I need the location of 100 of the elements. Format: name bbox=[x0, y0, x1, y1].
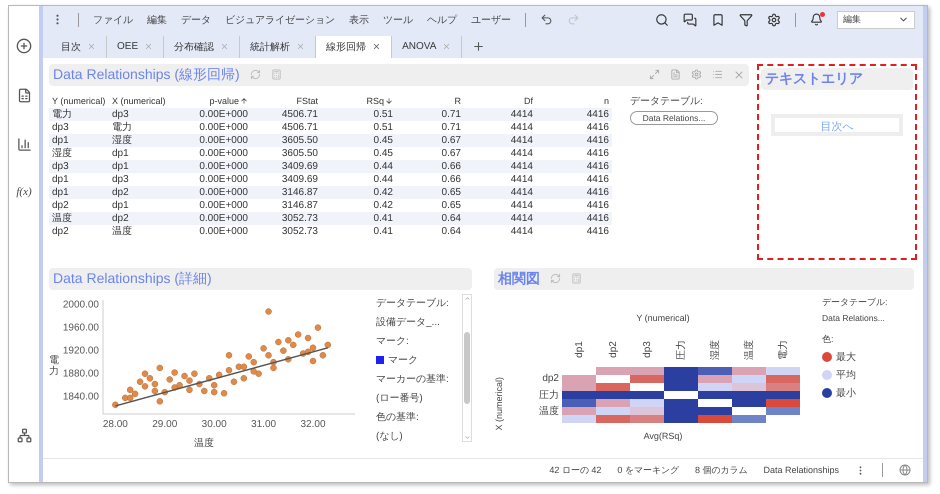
panel-title: Data Relationships (線形回帰) bbox=[53, 66, 240, 84]
table-cell: 0.51 bbox=[321, 108, 396, 121]
status-text: 8 個のカラム bbox=[694, 464, 748, 477]
table-cell: 0.00E+000 bbox=[179, 160, 251, 173]
add-tab-icon[interactable] bbox=[472, 40, 486, 53]
table-cell: 電力 bbox=[49, 108, 109, 121]
chevron-down-icon[interactable] bbox=[464, 434, 470, 441]
axis-title: 温度 bbox=[194, 436, 214, 450]
table-cell: 4414 bbox=[464, 186, 536, 199]
table-cell: 0.42 bbox=[321, 186, 396, 199]
table-cell: dp3 bbox=[49, 120, 109, 134]
column-header[interactable]: FStat bbox=[251, 94, 321, 108]
tab[interactable]: 線形回帰 bbox=[316, 36, 392, 58]
settings-icon[interactable] bbox=[767, 12, 781, 27]
table-cell: 湿度 bbox=[109, 134, 179, 147]
column-label: 温度 bbox=[742, 340, 756, 360]
legend-value: マーク bbox=[388, 354, 418, 367]
menu-item[interactable]: 表示 bbox=[349, 12, 369, 27]
bell-icon[interactable] bbox=[810, 13, 823, 26]
menu-item[interactable]: ツール bbox=[383, 12, 413, 27]
panel-title: Data Relationships (詳細) bbox=[53, 270, 212, 288]
close-icon[interactable] bbox=[372, 42, 382, 52]
legend-value: (ロー番号) bbox=[376, 392, 424, 405]
table-cell: dp1 bbox=[109, 160, 179, 173]
formula-icon[interactable]: f(x) bbox=[16, 186, 32, 198]
status-text: 0 をマーキング bbox=[617, 464, 679, 477]
tick-label: 28.00 bbox=[102, 418, 128, 430]
column-header[interactable]: n bbox=[536, 94, 612, 108]
legend-label: 色の基準: bbox=[376, 410, 420, 424]
status-text: Data Relationships bbox=[763, 465, 839, 476]
mode-dropdown[interactable]: 編集 bbox=[837, 10, 915, 29]
column-label: dp3 bbox=[642, 341, 652, 358]
chevron-up-icon[interactable] bbox=[464, 294, 470, 302]
table-cell: 4416 bbox=[536, 212, 612, 225]
menu-item[interactable]: ヘルプ bbox=[427, 12, 457, 27]
axis-title: Avg(RSq) bbox=[644, 430, 682, 441]
document-icon[interactable] bbox=[16, 88, 32, 103]
table-cell: 4416 bbox=[536, 186, 612, 199]
calculator-icon[interactable] bbox=[270, 69, 282, 80]
table-cell: 0.65 bbox=[396, 186, 464, 199]
tick-label: 31.00 bbox=[251, 418, 276, 430]
menu-item[interactable]: ファイル bbox=[93, 12, 133, 27]
row-label: 圧力 bbox=[539, 388, 559, 402]
globe-icon[interactable] bbox=[899, 464, 911, 476]
table-cell: 0.44 bbox=[321, 160, 396, 173]
menu-item[interactable]: ビジュアライゼーション bbox=[225, 12, 335, 27]
chat-icon[interactable] bbox=[683, 12, 697, 27]
column-label: dp1 bbox=[574, 341, 584, 358]
tick-label: 1920.00 bbox=[62, 345, 99, 356]
table-cell: dp2 bbox=[49, 198, 109, 212]
calculator-icon[interactable] bbox=[571, 273, 582, 284]
tick-label: 29.00 bbox=[152, 418, 178, 430]
table-cell: 0.00E+000 bbox=[179, 108, 251, 121]
table-cell: 0.00E+000 bbox=[179, 186, 251, 199]
filter-icon[interactable] bbox=[739, 12, 753, 27]
legend-label: 最小 bbox=[836, 386, 856, 400]
menu-item[interactable]: 編集 bbox=[147, 12, 167, 27]
column-header[interactable]: R bbox=[396, 94, 464, 108]
undo-icon[interactable] bbox=[540, 13, 553, 26]
legend-label: データテーブル: bbox=[376, 296, 450, 310]
column-header[interactable]: Df bbox=[464, 94, 536, 108]
bar-chart-icon[interactable] bbox=[16, 137, 32, 152]
table-cell: dp2 bbox=[109, 212, 179, 225]
search-icon[interactable] bbox=[655, 12, 669, 27]
table-cell: 0.64 bbox=[396, 212, 464, 225]
table-cell: 4416 bbox=[536, 108, 612, 121]
axis-title: Y (numerical) bbox=[636, 312, 690, 323]
table-cell: 4414 bbox=[464, 134, 536, 147]
refresh-icon[interactable] bbox=[550, 273, 561, 284]
network-icon[interactable] bbox=[16, 428, 32, 443]
menu-item[interactable]: データ bbox=[181, 12, 211, 27]
list-icon[interactable] bbox=[712, 69, 723, 80]
column-header[interactable]: p-value bbox=[179, 94, 251, 108]
bookmark-icon[interactable] bbox=[711, 12, 725, 27]
legend-value: (なし) bbox=[376, 430, 404, 443]
column-label: 圧力 bbox=[674, 340, 688, 360]
column-header[interactable]: Y (numerical) bbox=[49, 94, 109, 108]
table-cell: 4416 bbox=[536, 134, 612, 147]
table-cell: 4506.71 bbox=[251, 108, 321, 121]
table-cell: 温度 bbox=[49, 212, 109, 225]
legend-value: 設備データ_... bbox=[376, 316, 441, 329]
panel-title: テキストエリア bbox=[765, 70, 863, 88]
menu-item[interactable]: ユーザー bbox=[471, 12, 511, 27]
scrollbar[interactable] bbox=[462, 294, 472, 442]
table-cell: 0.67 bbox=[396, 134, 464, 147]
maximize-icon[interactable] bbox=[649, 69, 660, 80]
table-cell: dp1 bbox=[49, 134, 109, 147]
data-table-button[interactable]: Data Relations... bbox=[630, 110, 718, 125]
column-header[interactable]: RSq bbox=[321, 94, 396, 108]
table-cell: 0.00E+000 bbox=[179, 212, 251, 225]
refresh-icon[interactable] bbox=[250, 69, 261, 80]
tick-label: 2000.00 bbox=[62, 299, 99, 310]
tick-label: 1840.00 bbox=[62, 391, 99, 402]
table-cell: 4414 bbox=[464, 160, 536, 173]
add-icon[interactable] bbox=[16, 38, 32, 54]
column-header[interactable]: X (numerical) bbox=[109, 94, 179, 108]
legend-label: データテーブル: bbox=[630, 94, 704, 108]
table-cell: dp2 bbox=[109, 186, 179, 199]
legend-value: Data Relations... bbox=[822, 312, 886, 323]
table-cell: 3052.73 bbox=[251, 212, 321, 225]
